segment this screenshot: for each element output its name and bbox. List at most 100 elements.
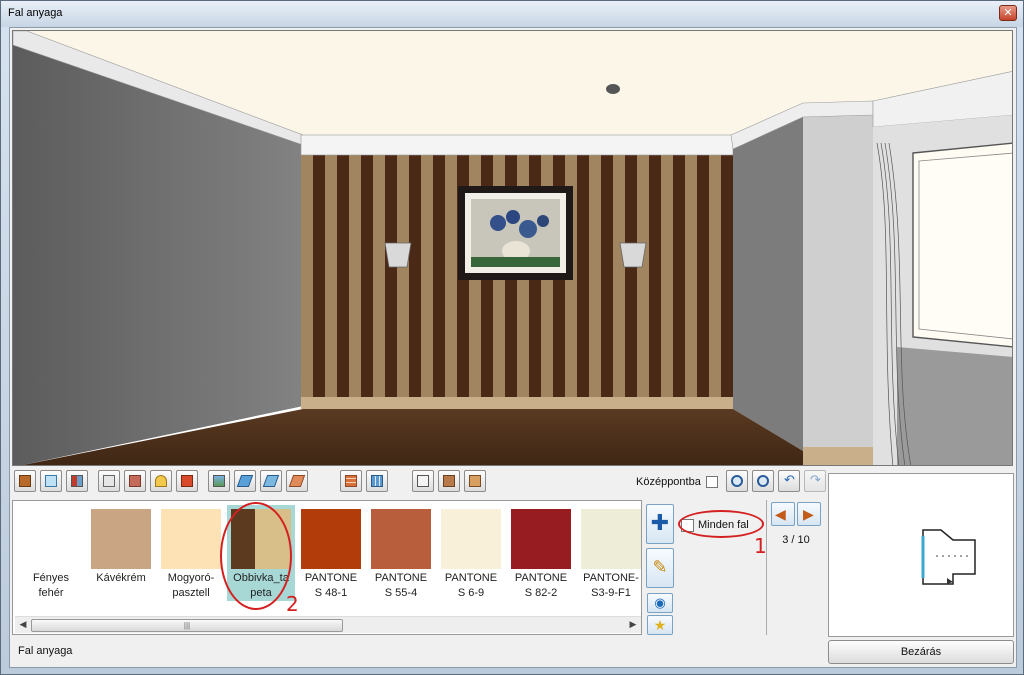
material-swatch-label-line: Fényes — [32, 572, 70, 584]
material-swatch-item[interactable]: Obbivka_tapeta — [227, 505, 295, 601]
door-button[interactable] — [14, 470, 36, 492]
add-material-button[interactable]: ✚ — [646, 504, 674, 544]
material-swatch-label-line: Kávékrém — [96, 572, 146, 584]
star-icon: ★ — [653, 617, 667, 633]
wall-lamp-icon — [181, 475, 193, 487]
status-text: Fal anyaga — [18, 645, 73, 657]
room-3d-viewport[interactable] — [12, 30, 1013, 466]
material-swatch-label-line: PANTONE — [304, 572, 358, 584]
floor-layer-icon — [262, 475, 280, 487]
material-swatch-label: Kávékrém — [87, 571, 155, 586]
lamp-icon — [155, 475, 167, 487]
close-dialog-button[interactable]: Bezárás — [828, 640, 1014, 664]
material-swatch-label-line: Obbivka_ta — [233, 572, 289, 584]
fridge-icon — [417, 475, 429, 487]
zoom-out-icon — [757, 475, 769, 487]
corner-window-button[interactable] — [66, 470, 88, 492]
scroll-right-arrow-icon[interactable]: ▶ — [627, 619, 639, 632]
sofa-icon — [129, 475, 141, 487]
material-swatch-item[interactable]: PANTONE- S3-9-F1 — [577, 505, 645, 601]
undo-button[interactable]: ↶ — [778, 470, 800, 492]
material-swatch-item[interactable]: PANTONE S 6-9 — [437, 505, 505, 601]
material-swatch-label-line: PANTONE — [374, 572, 428, 584]
material-swatch-label-line: S 55-4 — [384, 587, 418, 599]
material-swatch-color — [371, 509, 431, 569]
chair-button[interactable] — [438, 470, 460, 492]
scrollbar-thumb[interactable]: ||| — [31, 619, 343, 632]
material-swatch-item[interactable]: PANTONE S 55-4 — [367, 505, 435, 601]
floor-layer-button[interactable] — [260, 470, 282, 492]
fridge-button[interactable] — [412, 470, 434, 492]
zoom-in-button[interactable] — [726, 470, 748, 492]
material-swatch-label-line: S 82-2 — [524, 587, 558, 599]
material-swatch-label: PANTONE S 6-9 — [437, 571, 505, 601]
annotation-marker-2: 2 — [286, 592, 299, 616]
material-swatch-label: Obbivka_tapeta — [227, 571, 295, 601]
material-swatch-color — [161, 509, 221, 569]
wall-brick-button[interactable] — [340, 470, 362, 492]
wall-tile-button[interactable] — [366, 470, 388, 492]
material-swatch-item[interactable]: PANTONE S 48-1 — [297, 505, 365, 601]
sofa-button[interactable] — [124, 470, 146, 492]
title-bar: Fal anyaga ✕ — [1, 1, 1023, 27]
window-title: Fal anyaga — [8, 7, 63, 19]
favorite-button[interactable]: ★ — [647, 615, 673, 635]
annotation-marker-1: 1 — [754, 534, 767, 558]
material-swatch-color — [21, 509, 81, 569]
brick-floor-button[interactable] — [286, 470, 308, 492]
window-close-button[interactable]: ✕ — [999, 5, 1017, 21]
material-swatch-color — [441, 509, 501, 569]
window-icon — [45, 475, 57, 487]
plus-icon: ✚ — [650, 510, 670, 535]
previous-page-button[interactable]: ◀ — [771, 502, 795, 526]
pager: ◀ ▶ 3 / 10 — [766, 500, 824, 635]
all-walls-checkbox[interactable] — [681, 519, 694, 532]
material-swatch-label-line: pasztell — [172, 587, 210, 599]
redo-button[interactable]: ↷ — [804, 470, 826, 492]
material-swatch-item[interactable]: PANTONE S 82-2 — [507, 505, 575, 601]
material-list[interactable]: Fényes fehér Kávékrém Mogyoró-pasztell Obbiv… — [12, 500, 642, 635]
next-page-button[interactable]: ▶ — [797, 502, 821, 526]
floor-tile-button[interactable] — [234, 470, 256, 492]
material-swatch-item[interactable]: Fényes fehér — [17, 505, 85, 601]
pencil-icon: ✎ — [652, 557, 668, 577]
material-list-scrollbar[interactable]: ◀ ||| ▶ — [15, 616, 641, 633]
wardrobe-icon — [103, 475, 115, 487]
zoom-in-icon — [731, 475, 743, 487]
cabinet-button[interactable] — [464, 470, 486, 492]
center-label: Középpontba — [636, 476, 701, 488]
dialog-client-area: Középpontba ↶ ↷ Fényes fehér Kávékrém Mogyo… — [9, 27, 1017, 668]
cabinet-icon — [469, 475, 481, 487]
material-swatch-color — [91, 509, 151, 569]
picture-button[interactable] — [208, 470, 230, 492]
wardrobe-button[interactable] — [98, 470, 120, 492]
material-swatch-label: PANTONE S 55-4 — [367, 571, 435, 601]
material-swatch-item[interactable]: Kávékrém — [87, 505, 155, 601]
wall-lamp-button[interactable] — [176, 470, 198, 492]
material-swatch-color — [301, 509, 361, 569]
wall-tile-icon — [371, 475, 383, 487]
material-swatch-label-line: peta — [250, 587, 272, 599]
material-swatch-label-line: S3-9-F1 — [591, 587, 631, 599]
center-checkbox[interactable] — [706, 476, 718, 488]
material-swatch-label-line: PANTONE — [444, 572, 498, 584]
material-swatch-label: PANTONE- S3-9-F1 — [577, 571, 645, 601]
zoom-out-button[interactable] — [752, 470, 774, 492]
window-button[interactable] — [40, 470, 62, 492]
edit-material-button[interactable]: ✎ — [646, 548, 674, 588]
floor-plan-preview[interactable] — [828, 473, 1014, 637]
lamp-button[interactable] — [150, 470, 172, 492]
online-library-button[interactable]: ◉ — [647, 593, 673, 613]
material-swatch-label-line: Mogyoró- — [167, 572, 215, 584]
arrow-left-icon: ◀ — [775, 506, 786, 522]
scroll-left-arrow-icon[interactable]: ◀ — [17, 619, 29, 632]
globe-icon: ◉ — [654, 595, 666, 610]
material-swatch-label-line: fehér — [38, 587, 64, 599]
floor-tile-icon — [236, 475, 254, 487]
material-swatch-item[interactable]: Mogyoró-pasztell — [157, 505, 225, 601]
door-icon — [19, 475, 31, 487]
all-walls-label: Minden fal — [698, 519, 749, 531]
material-swatch-color — [231, 509, 291, 569]
material-swatch-label: Mogyoró-pasztell — [157, 571, 225, 601]
corner-window-icon — [71, 475, 83, 487]
